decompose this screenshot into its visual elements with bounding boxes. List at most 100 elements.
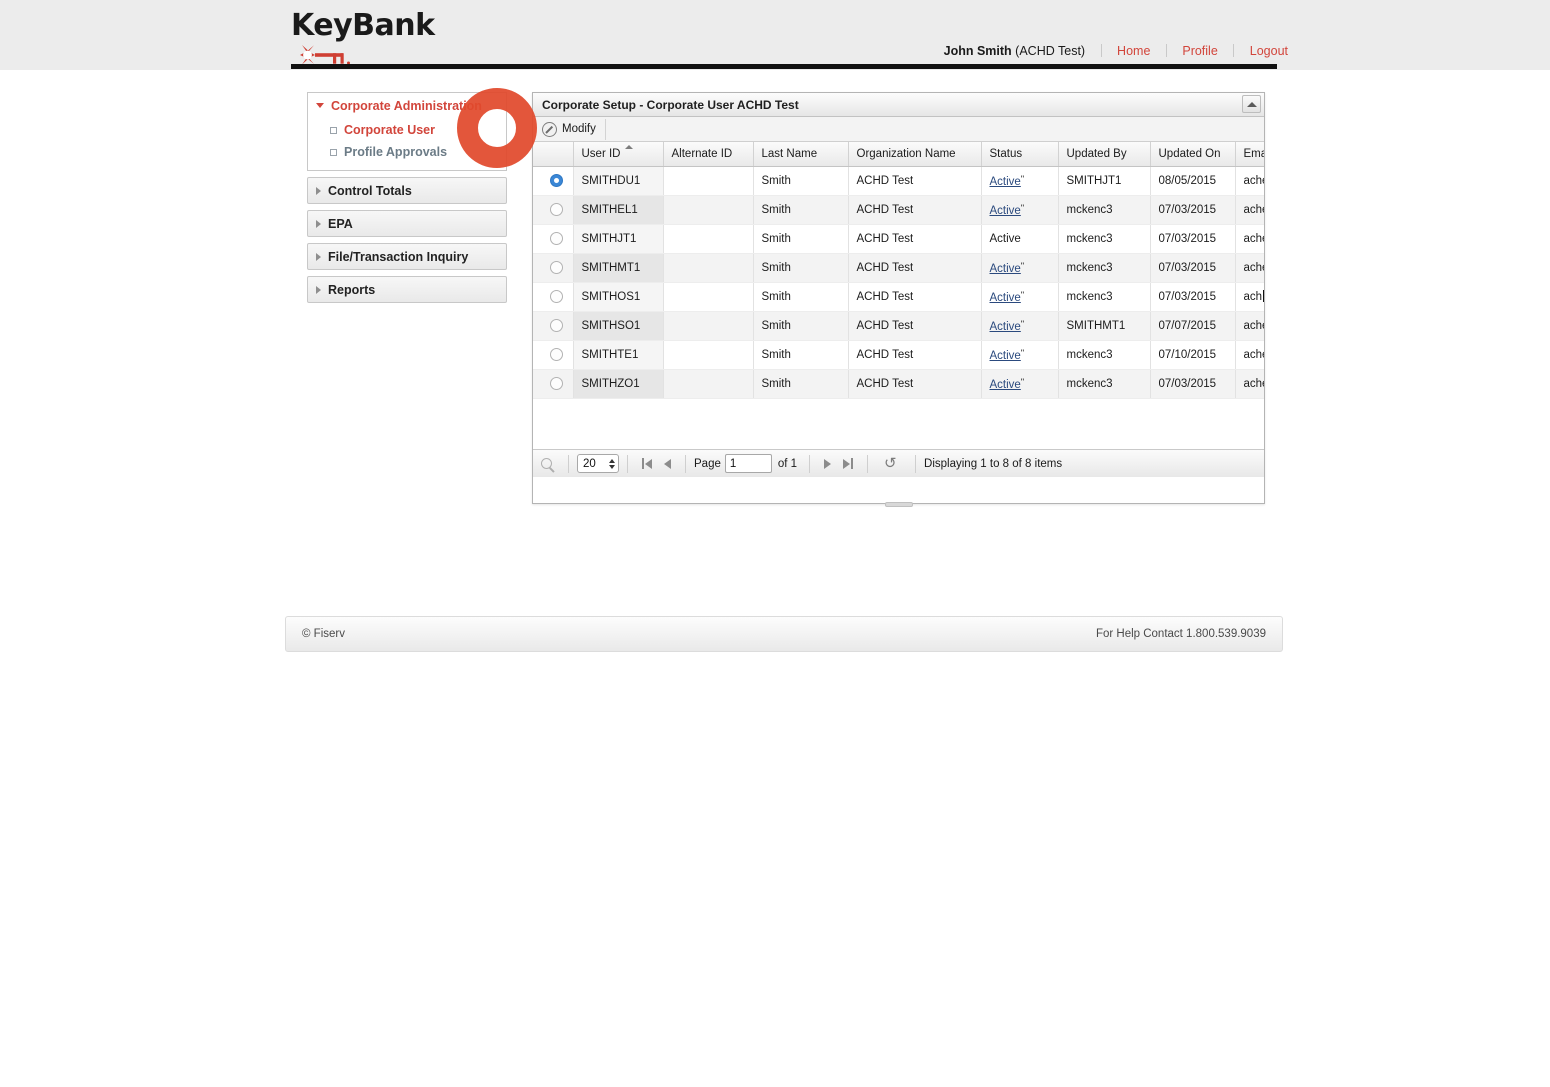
- grid-header-alternate-id[interactable]: Alternate ID: [663, 142, 754, 167]
- last-page-icon[interactable]: [843, 458, 854, 469]
- table-row[interactable]: SMITHEL1 Smith ACHD Test Active" mckenc3 07/0…: [533, 195, 1264, 225]
- row-select-cell[interactable]: [533, 224, 574, 254]
- table-row[interactable]: SMITHTE1 Smith ACHD Test Active" mckenc3 07/1…: [533, 340, 1264, 370]
- sidebar-item-corporate-user[interactable]: Corporate User: [308, 119, 506, 141]
- cell-alternate-id: [663, 311, 754, 341]
- grid-header-updated-on[interactable]: Updated On: [1150, 142, 1236, 167]
- page-footer: © Fiserv For Help Contact 1.800.539.9039: [285, 616, 1283, 652]
- cell-last-name: Smith: [753, 369, 849, 399]
- keybank-logo: KeyBank: [291, 10, 491, 68]
- magnifier-icon[interactable]: [541, 458, 552, 469]
- modify-button[interactable]: Modify: [539, 118, 606, 140]
- row-radio-button[interactable]: [550, 174, 564, 187]
- row-select-cell[interactable]: [533, 340, 574, 370]
- cell-status[interactable]: Active": [981, 253, 1059, 283]
- status-link[interactable]: Active: [990, 263, 1021, 275]
- cell-status[interactable]: Active": [981, 166, 1059, 196]
- grid-header-select[interactable]: [533, 142, 574, 167]
- row-radio-button[interactable]: [550, 261, 564, 274]
- cell-updated-by: mckenc3: [1058, 282, 1151, 312]
- status-link[interactable]: Active: [990, 321, 1021, 333]
- prev-page-icon[interactable]: [664, 458, 671, 469]
- row-radio-button[interactable]: [550, 290, 564, 303]
- cell-status[interactable]: Active": [981, 340, 1059, 370]
- row-select-cell[interactable]: [533, 166, 574, 196]
- row-select-cell[interactable]: [533, 282, 574, 312]
- first-page-icon[interactable]: [642, 458, 652, 469]
- row-radio-button[interactable]: [550, 232, 564, 245]
- displaying-count: Displaying 1 to 8 of 8 items: [924, 457, 1063, 470]
- grid-header-updated-by[interactable]: Updated By: [1058, 142, 1151, 167]
- table-row[interactable]: SMITHZO1 Smith ACHD Test Active" mckenc3 07/0…: [533, 369, 1264, 399]
- row-radio-button[interactable]: [550, 377, 564, 390]
- table-row[interactable]: SMITHMT1 Smith ACHD Test Active" mckenc3 07/0…: [533, 253, 1264, 283]
- cell-email: ache: [1235, 369, 1264, 399]
- user-org: (ACHD Test): [1011, 44, 1086, 58]
- cell-user-id: SMITHEL1: [573, 195, 664, 225]
- grid-header-status[interactable]: Status: [981, 142, 1059, 167]
- cell-email: ache: [1235, 195, 1264, 225]
- grid-header-user-id[interactable]: User ID: [573, 142, 664, 167]
- divider: [1165, 44, 1167, 57]
- cell-alternate-id: [663, 195, 754, 225]
- cell-updated-by: mckenc3: [1058, 340, 1151, 370]
- cell-status[interactable]: Active": [981, 282, 1059, 312]
- cell-organization-name: ACHD Test: [848, 282, 982, 312]
- chevron-down-icon: [316, 103, 324, 108]
- status-link[interactable]: Active: [990, 350, 1021, 362]
- page-input[interactable]: [724, 454, 772, 473]
- cell-organization-name: ACHD Test: [848, 311, 982, 341]
- row-select-cell[interactable]: [533, 195, 574, 225]
- status-link[interactable]: Active: [990, 292, 1021, 304]
- cell-user-id: SMITHOS1: [573, 282, 664, 312]
- page-size-select[interactable]: 20: [577, 454, 619, 473]
- cell-updated-on: 07/03/2015: [1150, 369, 1236, 399]
- collapse-up-icon[interactable]: [1242, 95, 1261, 113]
- table-row[interactable]: SMITHSO1 Smith ACHD Test Active" SMITHMT1 07/…: [533, 311, 1264, 341]
- row-radio-button[interactable]: [550, 203, 564, 216]
- status-link[interactable]: Active: [990, 379, 1021, 391]
- sidebar-item-profile-approvals[interactable]: Profile Approvals: [308, 141, 506, 163]
- sidebar-item-label: Corporate User: [344, 123, 435, 137]
- profile-link[interactable]: Profile: [1182, 44, 1217, 58]
- cell-last-name: Smith: [753, 253, 849, 283]
- sidebar-group-label: Corporate Administration: [331, 98, 482, 113]
- row-radio-button[interactable]: [550, 348, 564, 361]
- sidebar-group-header[interactable]: Reports: [308, 277, 506, 302]
- panel-resize-handle[interactable]: [884, 502, 913, 507]
- divider: [568, 454, 569, 473]
- sidebar-group-epa: EPA: [307, 210, 507, 237]
- logout-link[interactable]: Logout: [1250, 44, 1288, 58]
- status-link[interactable]: Active: [990, 205, 1021, 217]
- grid-header-last-name[interactable]: Last Name: [753, 142, 849, 167]
- row-select-cell[interactable]: [533, 253, 574, 283]
- sidebar-group-header[interactable]: File/Transaction Inquiry: [308, 244, 506, 269]
- sidebar-group-label: Control Totals: [328, 183, 412, 198]
- row-radio-button[interactable]: [550, 319, 564, 332]
- table-row[interactable]: SMITHDU1 Smith ACHD Test Active" SMITHJT1 08/…: [533, 166, 1264, 196]
- sidebar-group-header[interactable]: EPA: [308, 211, 506, 236]
- refresh-icon[interactable]: ↺: [884, 456, 899, 471]
- next-page-icon[interactable]: [824, 458, 832, 469]
- copyright-text: © Fiserv: [302, 628, 345, 640]
- cell-status[interactable]: Active": [981, 195, 1059, 225]
- status-marker: ": [1020, 376, 1024, 387]
- cell-status[interactable]: Active": [981, 369, 1059, 399]
- row-select-cell[interactable]: [533, 369, 574, 399]
- table-row[interactable]: SMITHJT1 Smith ACHD Test Active mckenc3 07/03…: [533, 224, 1264, 254]
- home-link[interactable]: Home: [1117, 44, 1150, 58]
- status-link[interactable]: Active: [990, 176, 1021, 188]
- square-bullet-icon: [330, 126, 337, 134]
- cell-status[interactable]: Active": [981, 311, 1059, 341]
- corporate-user-panel: Corporate Setup - Corporate User ACHD Te…: [532, 92, 1265, 507]
- corporate-user-grid[interactable]: User ID Alternate ID Last Name Organization…: [533, 142, 1264, 449]
- row-select-cell[interactable]: [533, 311, 574, 341]
- grid-header-organization-name[interactable]: Organization Name: [848, 142, 982, 167]
- panel-toolbar: Modify: [533, 117, 1264, 142]
- table-row[interactable]: SMITHOS1 Smith ACHD Test Active" mckenc3 07/0…: [533, 282, 1264, 312]
- status-marker: ": [1020, 260, 1024, 271]
- sidebar-group-header[interactable]: Corporate Administration: [308, 93, 506, 118]
- grid-header-email[interactable]: Ema: [1235, 142, 1264, 167]
- sidebar-group-header[interactable]: Control Totals: [308, 178, 506, 203]
- sidebar-group-body: Corporate User Profile Approvals: [308, 118, 506, 170]
